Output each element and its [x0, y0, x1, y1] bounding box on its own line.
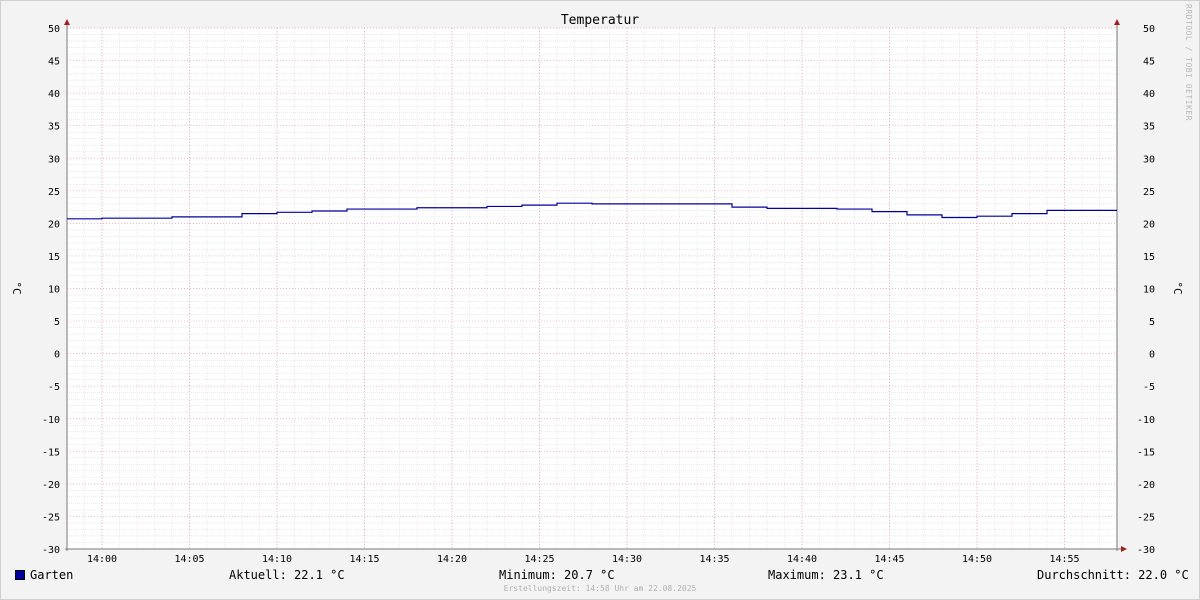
y-tick-label-left: 20 — [48, 219, 60, 230]
chart-canvas: 50 50 45 45 40 40 35 35 30 30 25 25 20 20 15 15 10 10 5 5 0 0… — [0, 0, 1200, 600]
temperature-chart: 50 5045 4540 4035 3530 3025 2520 2015 1510 105 50 0… — [10, 13, 1184, 565]
y-tick-label-right: 40 — [1143, 89, 1155, 100]
y-tick-label-right: 15 — [1143, 252, 1155, 263]
x-axis-arrow — [1121, 546, 1127, 552]
legend-average: Durchschnitt: 22.0 °C — [1037, 568, 1189, 582]
x-tick-label: 14:30 — [612, 554, 642, 565]
y-tick-label-left: -5 — [48, 382, 60, 393]
y-tick-label-right: 5 — [1149, 317, 1155, 328]
y-tick-label-right: 35 — [1143, 122, 1155, 133]
chart-title: Temperatur — [561, 13, 639, 28]
y-tick-label-left: 40 — [48, 89, 60, 100]
x-tick-label: 14:55 — [1049, 554, 1079, 565]
legend-minimum: Minimum: 20.7 °C — [499, 568, 615, 582]
y-tick-label-left: -15 — [42, 447, 60, 458]
y-tick-label-left: -30 — [42, 545, 60, 556]
y-tick-label-right: 25 — [1143, 187, 1155, 198]
legend-current: Aktuell: 22.1 °C — [229, 568, 345, 582]
x-tick-label: 14:40 — [787, 554, 817, 565]
x-tick-label: 14:00 — [87, 554, 117, 565]
legend-maximum: Maximum: 23.1 °C — [768, 568, 884, 582]
y-axis-label-left: °C — [10, 281, 23, 294]
y-tick-label-left: 30 — [48, 154, 60, 165]
y-tick-label-left: 25 — [48, 187, 60, 198]
y-tick-label-left: 10 — [48, 285, 60, 296]
x-tick-label: 14:05 — [174, 554, 204, 565]
y-tick-label-right: 50 — [1143, 24, 1155, 35]
y-tick-label-right: -15 — [1137, 447, 1155, 458]
y-tick-label-left: 0 — [54, 350, 60, 361]
y-tick-label-right: 10 — [1143, 285, 1155, 296]
y-tick-label-left: 50 — [48, 24, 60, 35]
x-tick-label: 14:35 — [699, 554, 729, 565]
legend-series-name: Garten — [30, 568, 74, 582]
creation-time-footer: Erstellungszeit: 14:58 Uhr am 22.08.2025 — [503, 584, 697, 593]
y-axis-label-right: °C — [1171, 281, 1184, 294]
x-tick-label: 14:50 — [962, 554, 992, 565]
y-tick-label-right: -5 — [1143, 382, 1155, 393]
y-tick-label-left: -10 — [42, 415, 60, 426]
x-tick-label: 14:45 — [874, 554, 904, 565]
y-tick-label-right: -25 — [1137, 512, 1155, 523]
y-tick-label-right: -20 — [1137, 480, 1155, 491]
y-tick-label-left: 35 — [48, 122, 60, 133]
y-tick-label-left: 5 — [54, 317, 60, 328]
y-tick-label-right: 45 — [1143, 57, 1155, 68]
x-tick-label: 14:20 — [437, 554, 467, 565]
y-tick-label-right: 0 — [1149, 350, 1155, 361]
y-tick-label-left: -20 — [42, 480, 60, 491]
legend-swatch-garten — [15, 570, 25, 580]
y-axis-left-arrow — [64, 19, 70, 25]
y-tick-label-right: -10 — [1137, 415, 1155, 426]
y-tick-label-right: 30 — [1143, 154, 1155, 165]
y-tick-label-left: -25 — [42, 512, 60, 523]
y-tick-label-right: 20 — [1143, 219, 1155, 230]
y-axis-right-arrow — [1114, 19, 1120, 25]
x-tick-label: 14:10 — [262, 554, 292, 565]
y-tick-label-left: 45 — [48, 57, 60, 68]
rrdtool-watermark: RRDTOOL / TOBI OETIKER — [1184, 4, 1193, 121]
y-tick-label-left: 15 — [48, 252, 60, 263]
y-tick-label-right: -30 — [1137, 545, 1155, 556]
x-tick-label: 14:15 — [349, 554, 379, 565]
x-tick-label: 14:25 — [524, 554, 554, 565]
